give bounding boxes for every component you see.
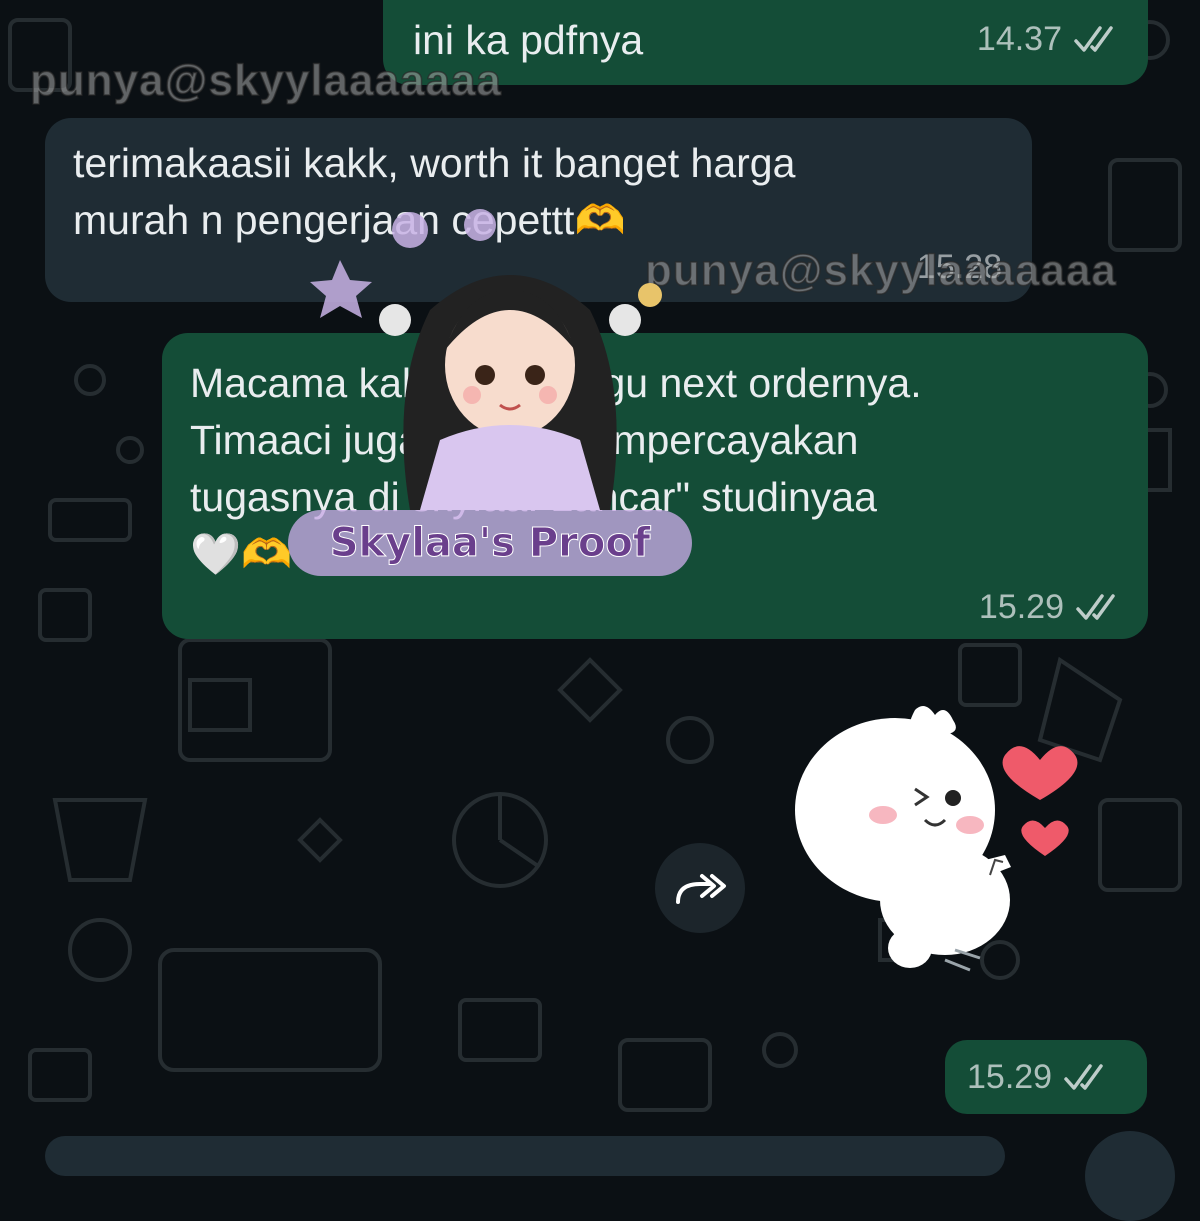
- message-meta: 15.29: [967, 1058, 1110, 1097]
- send-button[interactable]: [1085, 1131, 1175, 1221]
- message-time: 15.29: [978, 588, 1064, 626]
- forward-button[interactable]: [655, 843, 745, 933]
- heart-icon: [1002, 746, 1078, 800]
- message-input-bar[interactable]: [45, 1136, 1005, 1176]
- forward-arrow-icon: [676, 874, 726, 904]
- message-meta: 15.29: [979, 588, 1122, 627]
- message-time: 14.37: [976, 20, 1062, 58]
- read-double-check-icon: [1074, 25, 1113, 52]
- heart-icon: [1021, 820, 1069, 856]
- message-bubble-outgoing[interactable]: 15.29: [945, 1040, 1147, 1114]
- message-time: 15.29: [967, 1058, 1053, 1096]
- cute-white-character-hearts-sticker[interactable]: [795, 700, 1095, 980]
- read-double-check-icon: [1064, 1063, 1103, 1090]
- message-meta: 14.37: [977, 20, 1120, 59]
- watermark-text: punya@skyylaaaaaaa: [29, 55, 502, 106]
- proof-label: Skylaa's Proof: [288, 510, 692, 576]
- read-double-check-icon: [1076, 593, 1115, 620]
- proof-character-sticker: [310, 209, 662, 510]
